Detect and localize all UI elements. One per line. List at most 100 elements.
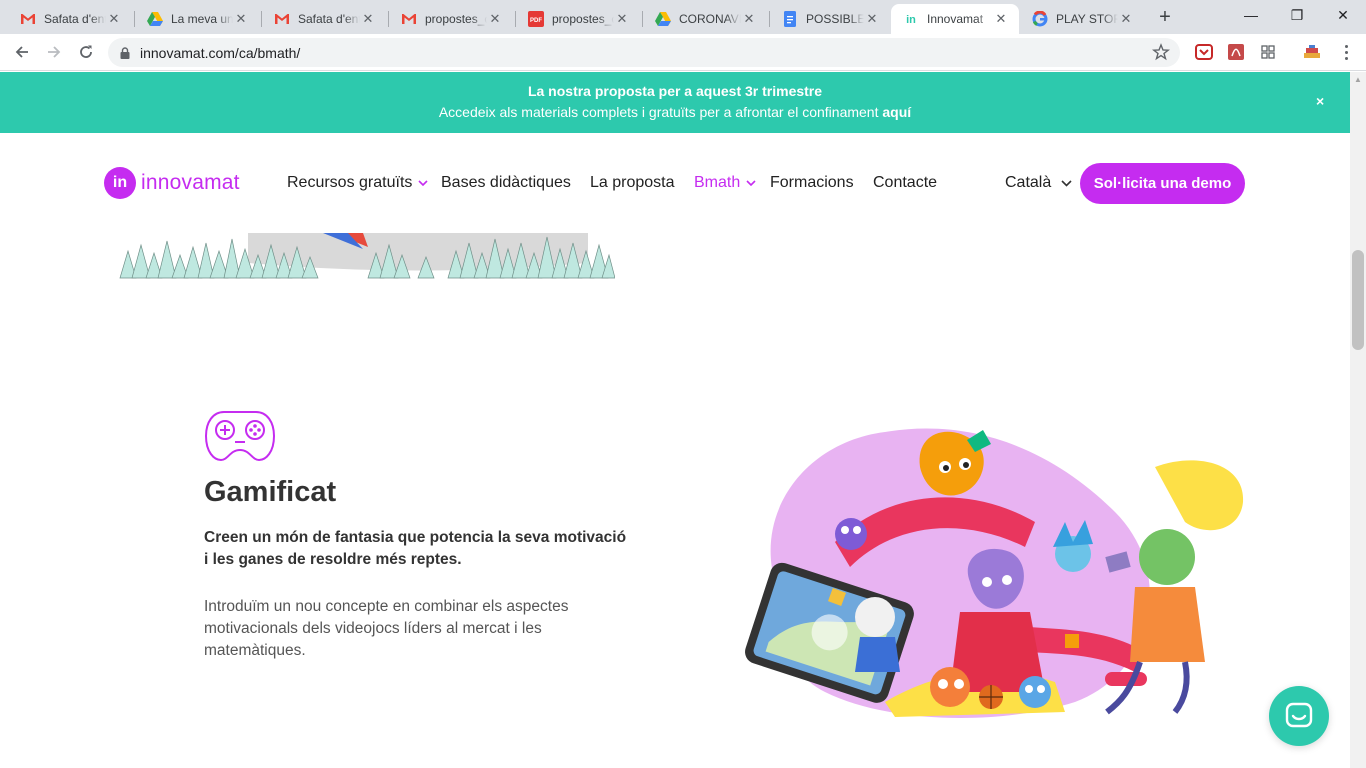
close-icon[interactable]: ✕ [233,11,249,27]
browser-toolbar: innovamat.com/ca/bmath/ [0,34,1366,71]
browser-tab[interactable]: POSSIBLES ✕ [770,4,890,34]
pocket-extension-icon[interactable] [1195,43,1213,61]
gmail-icon [274,11,290,27]
browser-tab[interactable]: PDF propostes_cicle ✕ [516,4,640,34]
close-icon[interactable]: ✕ [106,11,122,27]
browser-menu-button[interactable] [1337,43,1355,61]
forward-button[interactable] [40,38,68,66]
close-icon[interactable]: ✕ [360,11,376,27]
logo-text: innovamat [141,171,240,194]
close-icon[interactable]: ✕ [993,11,1009,27]
url-text: innovamat.com/ca/bmath/ [140,44,301,61]
pdf-icon: PDF [528,11,544,27]
language-label: Català [1005,174,1052,191]
minimize-button[interactable]: — [1228,0,1274,30]
chat-icon [1285,702,1313,728]
browser-tab[interactable]: propostes_cicle ✕ [389,4,513,34]
feature-description: Introduïm un nou concepte en combinar el… [204,598,569,659]
language-selector[interactable]: Català [1005,174,1072,192]
tab-title: POSSIBLES [806,12,864,26]
characters-illustration [745,428,1244,719]
nav-bases-didactiques[interactable]: Bases didàctiques [441,174,571,192]
nav-label: Bmath [694,174,741,191]
tab-title: Safata d'entrada [44,12,106,26]
profile-avatar-icon[interactable] [1303,43,1321,61]
scroll-up-icon[interactable]: ▲ [1354,75,1362,84]
tab-title: PLAY STORE [1056,12,1118,26]
scrollbar-thumb[interactable] [1352,250,1364,350]
forest-illustration [118,233,615,283]
gamepad-icon [204,411,276,462]
request-demo-button[interactable]: Sol·licita una demo [1080,163,1245,204]
chat-launcher-button[interactable] [1269,686,1329,746]
site-header: in innovamat Recursos gratuïts Bases did… [0,133,1350,233]
lock-icon [120,46,130,59]
address-bar[interactable]: innovamat.com/ca/bmath/ [108,38,1180,67]
arrow-left-icon [15,46,28,58]
innovamat-icon: in [903,11,919,27]
grid-extension-icon[interactable] [1259,43,1277,61]
nav-bmath[interactable]: Bmath [694,174,756,192]
close-icon[interactable]: ✕ [864,11,880,27]
banner-text: Accedeix als materials complets i gratuï… [0,104,1350,120]
menu-dot-icon [1344,50,1348,54]
back-button[interactable] [8,38,36,66]
gmail-icon [401,11,417,27]
chevron-down-icon [418,180,428,186]
close-icon[interactable]: ✕ [741,11,757,27]
menu-dot-icon [1344,44,1348,48]
close-window-button[interactable]: ✕ [1320,0,1366,30]
nav-formacions[interactable]: Formacions [770,174,854,192]
close-icon[interactable]: ✕ [1118,11,1134,27]
browser-tab[interactable]: Safata d'entrada ✕ [8,4,132,34]
page-viewport: La nostra proposta per a aquest 3r trime… [0,72,1350,768]
bookmark-star-icon[interactable] [1152,43,1170,61]
promo-banner: La nostra proposta per a aquest 3r trime… [0,72,1350,133]
svg-text:in: in [906,14,916,26]
acrobat-extension-icon[interactable] [1227,43,1245,61]
tab-title: CORONAVIRUS [679,12,741,26]
page-scrollbar[interactable]: ▲ [1350,72,1366,768]
chevron-down-icon [1061,179,1072,187]
chevron-down-icon [746,180,756,186]
nav-label: Bases didàctiques [441,174,571,191]
tab-title: propostes_cicle [425,12,487,26]
google-docs-icon [782,11,798,27]
feature-lead: Creen un món de fantasia que potencia la… [204,529,627,568]
google-drive-icon [147,11,163,27]
nav-label: Formacions [770,174,854,191]
svg-text:PDF: PDF [530,18,542,24]
close-icon[interactable]: ✕ [487,11,503,27]
browser-tab-active[interactable]: in Innovamat ✕ [891,4,1019,34]
restore-button[interactable]: ❐ [1274,0,1320,30]
menu-dot-icon [1344,56,1348,60]
innovamat-logo[interactable]: in innovamat [104,167,240,199]
browser-tab[interactable]: La meva unitat ✕ [135,4,259,34]
reload-button[interactable] [72,38,100,66]
nav-la-proposta[interactable]: La proposta [590,174,675,192]
tab-title: Innovamat [927,12,984,26]
arrow-right-icon [48,46,61,58]
nav-label: Contacte [873,174,938,191]
banner-description: Accedeix als materials complets i gratuï… [438,104,879,120]
logo-mark: in [104,167,136,199]
browser-tab[interactable]: PLAY STORE ✕ [1020,4,1144,34]
browser-tab[interactable]: CORONAVIRUS ✕ [643,4,767,34]
tab-title: propostes_cicle [552,12,614,26]
browser-tab[interactable]: Safata d'entrada ✕ [262,4,386,34]
banner-link[interactable]: aquí [882,104,911,120]
nav-recursos-gratuits[interactable]: Recursos gratuïts [287,174,428,192]
google-icon [1032,11,1048,27]
gmail-icon [20,11,36,27]
tab-title: La meva unitat [171,12,233,26]
new-tab-button[interactable]: + [1153,6,1177,30]
close-icon[interactable]: ✕ [614,11,630,27]
google-drive-icon [655,11,671,27]
banner-headline: La nostra proposta per a aquest 3r trime… [527,83,823,99]
nav-label: Recursos gratuïts [287,174,413,191]
feature-title: Gamificat [204,476,337,508]
banner-close-button[interactable]: × [1316,93,1324,109]
nav-label: La proposta [590,174,675,191]
tab-strip: Safata d'entrada ✕ La meva unitat ✕ Safa… [0,0,1366,34]
nav-contacte[interactable]: Contacte [873,174,937,192]
